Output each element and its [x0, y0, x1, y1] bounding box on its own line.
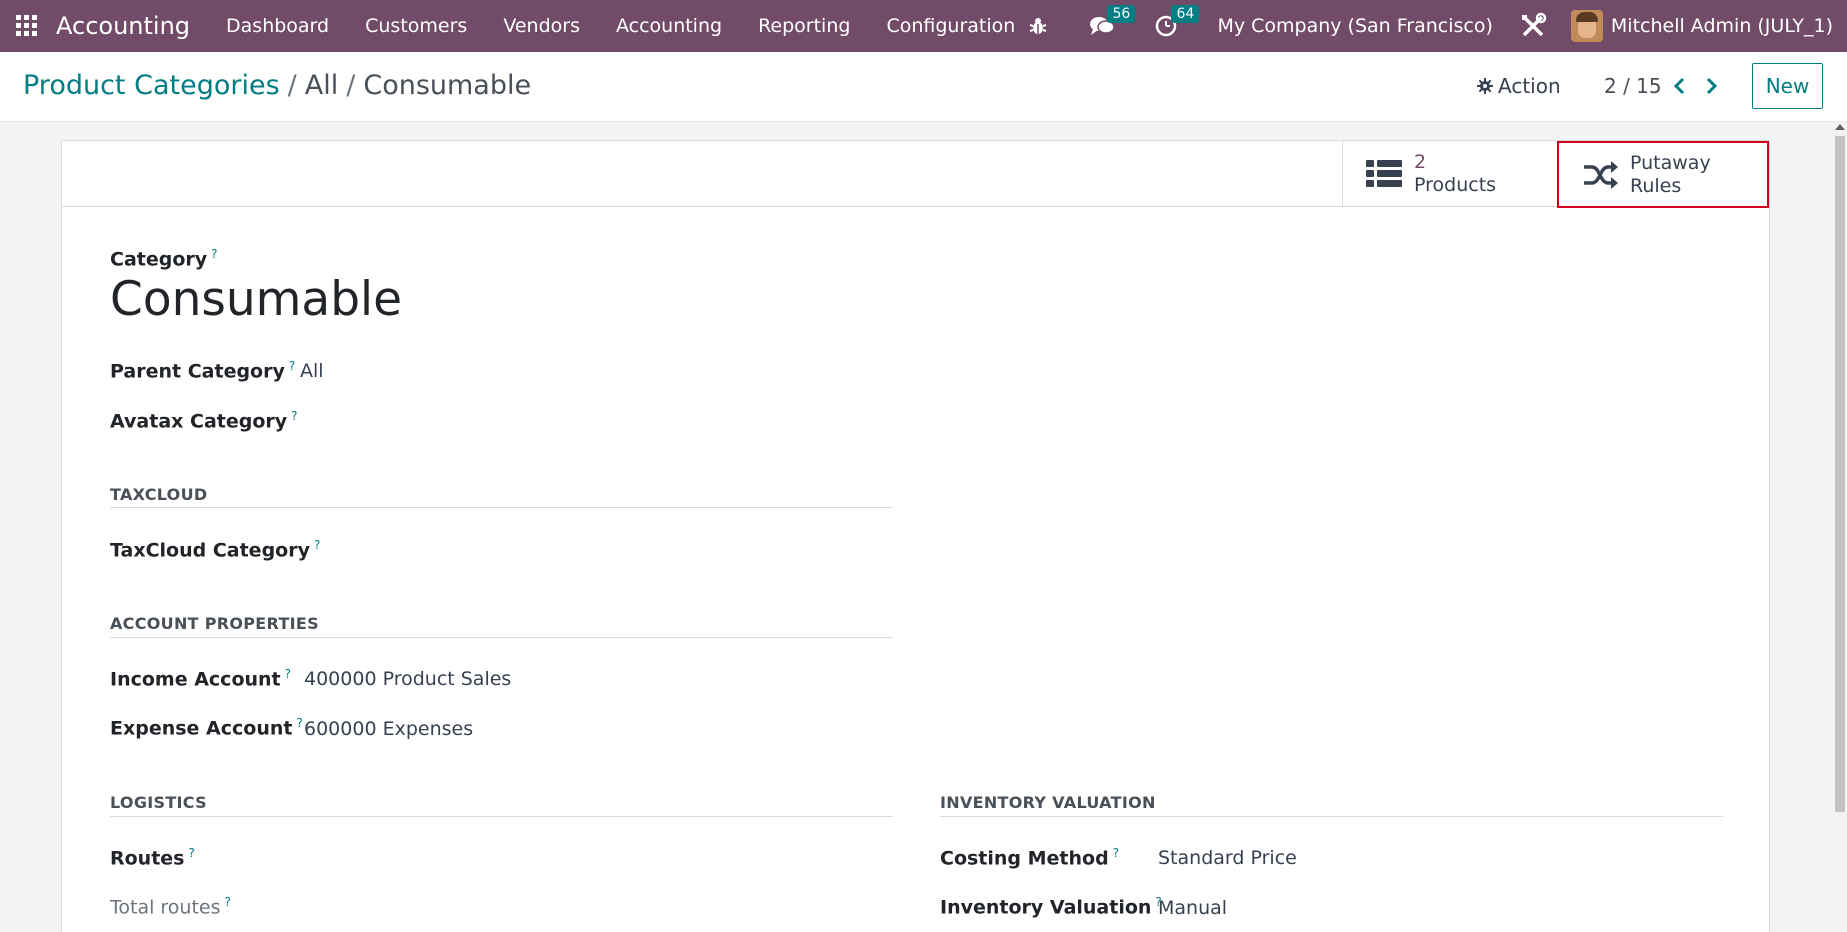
help-tooltip-icon[interactable]: ? [285, 667, 291, 681]
help-tooltip-icon[interactable]: ? [314, 538, 320, 552]
help-tooltip-icon[interactable]: ? [225, 895, 231, 909]
breadcrumb-separator: / [346, 70, 356, 101]
total-routes-label: Total routes? [110, 895, 231, 919]
new-button[interactable]: New [1752, 63, 1823, 109]
messages-badge: 56 [1107, 5, 1136, 23]
help-tooltip-icon[interactable]: ? [211, 247, 217, 261]
help-tooltip-icon[interactable]: ? [1113, 846, 1119, 860]
main-menu: Dashboard Customers Vendors Accounting R… [226, 15, 1051, 37]
income-account-label: Income Account? [110, 667, 292, 691]
breadcrumb-separator: / [287, 70, 297, 101]
gear-icon [1477, 78, 1493, 94]
section-divider [110, 507, 893, 508]
expense-account-label: Expense Account? [110, 716, 303, 740]
costing-method-label: Costing Method? [940, 846, 1120, 870]
form-sheet: 2 Products Putaway Rules Category? Consu… [61, 140, 1770, 932]
user-avatar[interactable] [1570, 10, 1603, 42]
company-switcher[interactable]: My Company (San Francisco) [1217, 15, 1492, 37]
section-divider [110, 816, 893, 817]
navbar-systray: 56 64 My Company (San Francisco) Mitchel… [1025, 0, 1847, 52]
list-icon [1366, 160, 1402, 187]
inventory-valuation-field[interactable]: Manual [1158, 897, 1227, 919]
expense-account-field[interactable]: 600000 Expenses [304, 718, 473, 740]
breadcrumb-current: Consumable [363, 70, 532, 101]
section-inventory-valuation: INVENTORY VALUATION [940, 793, 1156, 812]
menu-item-configuration[interactable]: Configuration [886, 15, 1015, 37]
activities-badge: 64 [1171, 5, 1200, 23]
breadcrumb: Product Categories / All / Consumable [23, 70, 531, 101]
putaway-label-line2: Rules [1630, 174, 1682, 197]
tools-icon[interactable] [1519, 12, 1547, 40]
help-tooltip-icon[interactable]: ? [291, 409, 297, 423]
menu-item-dashboard[interactable]: Dashboard [226, 15, 329, 37]
section-divider [110, 637, 893, 638]
costing-method-field[interactable]: Standard Price [1158, 847, 1297, 869]
help-tooltip-icon[interactable]: ? [189, 846, 195, 860]
pager-value[interactable]: 2 / 15 [1604, 74, 1662, 98]
parent-category-label: Parent Category? [110, 359, 296, 383]
section-account-properties: ACCOUNT PROPERTIES [110, 614, 319, 633]
breadcrumb-all[interactable]: All [305, 70, 338, 101]
putaway-rules-smart-button[interactable]: Putaway Rules [1557, 141, 1769, 208]
action-label: Action [1498, 74, 1561, 98]
action-button[interactable]: Action [1477, 74, 1561, 98]
category-name-input[interactable]: Consumable [110, 272, 402, 327]
scrollbar[interactable] [1833, 122, 1847, 932]
apps-menu-icon[interactable] [16, 15, 38, 37]
menu-item-accounting[interactable]: Accounting [616, 15, 722, 37]
taxcloud-category-label: TaxCloud Category? [110, 538, 321, 562]
chevron-right-icon[interactable] [1699, 74, 1723, 98]
activities-clock-icon[interactable]: 64 [1153, 5, 1200, 39]
section-logistics: LOGISTICS [110, 793, 207, 812]
debug-bug-icon[interactable] [1025, 13, 1051, 39]
category-label: Category? [110, 247, 218, 271]
smart-button-box: 2 Products Putaway Rules [62, 141, 1769, 208]
products-smart-button[interactable]: 2 Products [1342, 141, 1554, 207]
inventory-valuation-label: Inventory Valuation? [940, 895, 1162, 919]
chevron-left-icon[interactable] [1668, 74, 1692, 98]
products-count: 2 [1414, 151, 1427, 173]
breadcrumb-product-categories[interactable]: Product Categories [23, 70, 280, 101]
app-brand[interactable]: Accounting [56, 12, 190, 40]
help-tooltip-icon[interactable]: ? [296, 716, 302, 730]
parent-category-field[interactable]: All [300, 360, 324, 382]
avatax-category-label: Avatax Category? [110, 409, 298, 433]
section-divider [940, 816, 1723, 817]
messages-icon[interactable]: 56 [1089, 5, 1136, 39]
control-panel: Product Categories / All / Consumable Action… [0, 52, 1847, 122]
help-tooltip-icon[interactable]: ? [289, 359, 295, 373]
putaway-label-line1: Putaway [1630, 151, 1711, 174]
user-menu[interactable]: Mitchell Admin (JULY_1) [1611, 15, 1833, 37]
scroll-thumb[interactable] [1835, 136, 1845, 812]
random-shuffle-icon [1584, 160, 1618, 189]
products-label: Products [1414, 174, 1497, 196]
section-taxcloud: TAXCLOUD [110, 485, 208, 504]
scroll-up-arrow[interactable] [1835, 124, 1845, 130]
menu-item-reporting[interactable]: Reporting [758, 15, 850, 37]
top-navbar: Accounting Dashboard Customers Vendors A… [0, 0, 1847, 52]
routes-label: Routes? [110, 846, 195, 870]
menu-item-vendors[interactable]: Vendors [503, 15, 580, 37]
income-account-field[interactable]: 400000 Product Sales [304, 668, 511, 690]
menu-item-customers[interactable]: Customers [365, 15, 467, 37]
